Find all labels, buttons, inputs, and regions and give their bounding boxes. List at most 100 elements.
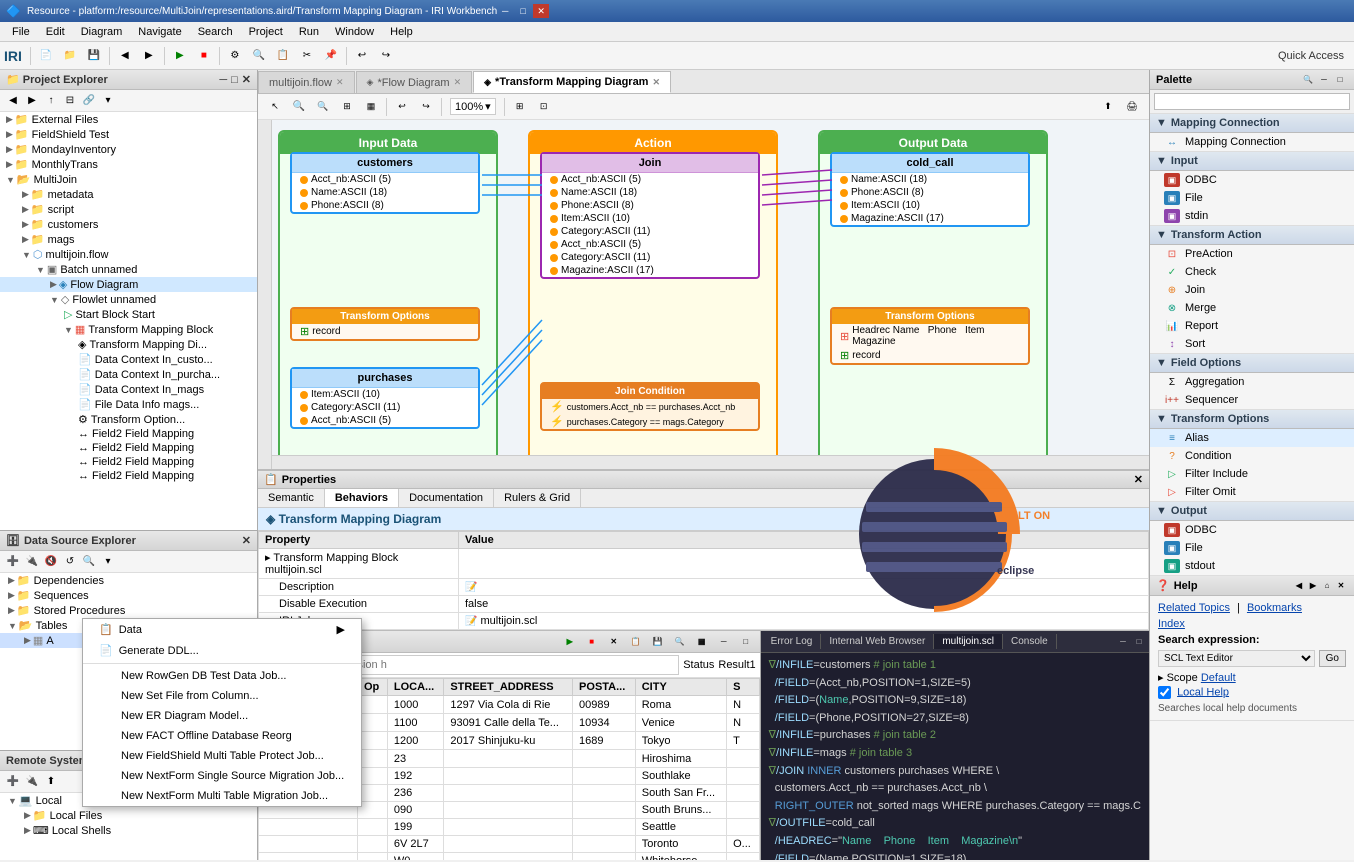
tree-expand-monday[interactable]: ▶ bbox=[6, 144, 13, 155]
customers-box[interactable]: customers Acct_nb:ASCII (5) Name:ASCII (… bbox=[290, 152, 480, 214]
log-minimize[interactable]: ─ bbox=[1115, 634, 1131, 650]
tree-sequences[interactable]: ▶ 📁 Sequences bbox=[0, 588, 257, 603]
tab-transform-mapping[interactable]: ◈ *Transform Mapping Diagram ✕ bbox=[473, 71, 671, 93]
back-button[interactable]: ◀ bbox=[114, 45, 136, 67]
pe-link-btn[interactable]: 🔗 bbox=[80, 92, 98, 110]
sql-row-10[interactable]: W0... Whitehorse... bbox=[259, 853, 760, 861]
props-row-3[interactable]: Disable Execution false bbox=[259, 596, 1149, 613]
help-index-link[interactable]: Index bbox=[1158, 618, 1185, 630]
tab-flow-diagram[interactable]: ◈ *Flow Diagram ✕ bbox=[356, 71, 473, 93]
ds-filter-btn[interactable]: 🔍 bbox=[80, 553, 98, 571]
tree-multijoin-flow[interactable]: ▼ ⬡ multijoin.flow bbox=[0, 247, 257, 262]
menu-window[interactable]: Window bbox=[327, 24, 382, 40]
palette-item-sequencer[interactable]: i++ Sequencer bbox=[1150, 391, 1354, 409]
palette-maximize-btn[interactable]: □ bbox=[1332, 72, 1348, 88]
tree-expand-fieldshield[interactable]: ▶ bbox=[6, 129, 13, 140]
pe-back-btn[interactable]: ◀ bbox=[4, 92, 22, 110]
menu-search[interactable]: Search bbox=[190, 24, 241, 40]
open-button[interactable]: 📁 bbox=[59, 45, 81, 67]
tree-flowlet[interactable]: ▼ ◇ Flowlet unnamed bbox=[0, 292, 257, 307]
menu-diagram[interactable]: Diagram bbox=[73, 24, 131, 40]
toolbar-btn-7[interactable]: 📋 bbox=[272, 45, 294, 67]
tree-expand-external[interactable]: ▶ bbox=[6, 114, 13, 125]
output-transform-options[interactable]: Transform Options ⊞ Headrec Name Phone I… bbox=[830, 307, 1030, 365]
tree-mags[interactable]: ▶ 📁 mags bbox=[0, 232, 257, 247]
join-condition-box[interactable]: Join Condition ⚡customers.Acct_nb == pur… bbox=[540, 382, 760, 431]
palette-item-filter-include[interactable]: ▷ Filter Include bbox=[1150, 465, 1354, 483]
help-close[interactable]: ✕ bbox=[1334, 579, 1348, 593]
input-transform-options[interactable]: Transform Options ⊞ record bbox=[290, 307, 480, 341]
diag-zoom-out[interactable]: 🔍 bbox=[312, 96, 334, 118]
palette-item-aggregation[interactable]: Σ Aggregation bbox=[1150, 373, 1354, 391]
diagram-canvas[interactable]: Input Data customers Acct_nb:ASCII (5) N… bbox=[258, 120, 1149, 470]
toolbar-btn-9[interactable]: 📌 bbox=[320, 45, 342, 67]
palette-output-header[interactable]: ▼ Output bbox=[1150, 502, 1354, 521]
tree-expand-batch[interactable]: ▼ bbox=[36, 265, 45, 275]
log-maximize[interactable]: □ bbox=[1131, 634, 1147, 650]
palette-item-join[interactable]: ⊕ Join bbox=[1150, 281, 1354, 299]
palette-item-alias[interactable]: ≡ Alias bbox=[1150, 429, 1354, 447]
palette-item-condition[interactable]: ? Condition bbox=[1150, 447, 1354, 465]
toolbar-btn-5[interactable]: ⚙ bbox=[224, 45, 246, 67]
tree-expand-mags[interactable]: ▶ bbox=[22, 234, 29, 245]
menu-help[interactable]: Help bbox=[382, 24, 421, 40]
tree-metadata[interactable]: ▶ 📁 metadata bbox=[0, 187, 257, 202]
tree-field-map-1[interactable]: ↔ Field2 Field Mapping bbox=[0, 427, 257, 441]
diag-arrange[interactable]: ▦ bbox=[360, 96, 382, 118]
palette-item-merge[interactable]: ⊗ Merge bbox=[1150, 299, 1354, 317]
tree-data-context-1[interactable]: 📄 Data Context In_custo... bbox=[0, 352, 257, 367]
diag-select[interactable]: ↖ bbox=[264, 96, 286, 118]
help-back[interactable]: ◀ bbox=[1292, 579, 1306, 593]
forward-button[interactable]: ▶ bbox=[138, 45, 160, 67]
palette-item-odbc-in[interactable]: ▣ ODBC bbox=[1150, 171, 1354, 189]
palette-item-report[interactable]: 📊 Report bbox=[1150, 317, 1354, 335]
tree-stored-procs[interactable]: ▶ 📁 Stored Procedures bbox=[0, 603, 257, 618]
tree-monthly[interactable]: ▶ 📁 MonthlyTrans bbox=[0, 157, 257, 172]
pe-forward-btn[interactable]: ▶ bbox=[23, 92, 41, 110]
palette-field-header[interactable]: ▼ Field Options bbox=[1150, 354, 1354, 373]
sql-filter-btn[interactable]: 🔍 bbox=[672, 634, 688, 650]
ds-disconnect-btn[interactable]: 🔇 bbox=[42, 553, 60, 571]
diagram-scroll-h[interactable] bbox=[272, 455, 1149, 469]
tree-customers[interactable]: ▶ 📁 customers bbox=[0, 217, 257, 232]
tree-dependencies[interactable]: ▶ 📁 Dependencies bbox=[0, 573, 257, 588]
tree-script[interactable]: ▶ 📁 script bbox=[0, 202, 257, 217]
help-search-type[interactable]: SCL Text Editor bbox=[1158, 650, 1315, 667]
help-home[interactable]: ⌂ bbox=[1320, 579, 1334, 593]
tree-field-map-2[interactable]: ↔ Field2 Field Mapping bbox=[0, 441, 257, 455]
log-content[interactable]: ∇/INFILE=customers # join table 1 /FIELD… bbox=[761, 653, 1149, 860]
sql-stop-btn[interactable]: ■ bbox=[584, 634, 600, 650]
palette-minimize-btn[interactable]: ─ bbox=[1316, 72, 1332, 88]
tree-expand-transform[interactable]: ▼ bbox=[64, 325, 73, 335]
tree-expand-flow-diag[interactable]: ▶ bbox=[50, 279, 57, 290]
palette-item-filter-omit[interactable]: ▷ Filter Omit bbox=[1150, 483, 1354, 501]
diag-redo[interactable]: ↪ bbox=[415, 96, 437, 118]
diag-print[interactable]: 🖨 bbox=[1121, 96, 1143, 118]
palette-item-stdin[interactable]: ▣ stdin bbox=[1150, 207, 1354, 225]
tree-expand-flowlet[interactable]: ▼ bbox=[50, 295, 59, 305]
help-related[interactable]: Related Topics | Bookmarks bbox=[1158, 602, 1346, 614]
sql-row-8[interactable]: 199 Seattle bbox=[259, 819, 760, 836]
diag-zoom-in[interactable]: 🔍 bbox=[288, 96, 310, 118]
tree-expand-monthly[interactable]: ▶ bbox=[6, 159, 13, 170]
sql-run-btn[interactable]: ▶ bbox=[562, 634, 578, 650]
tree-multijoin[interactable]: ▼ 📂 MultiJoin bbox=[0, 172, 257, 187]
palette-item-odbc-out[interactable]: ▣ ODBC bbox=[1150, 521, 1354, 539]
tree-local-shells[interactable]: ▶ ⌨ Local Shells bbox=[0, 823, 257, 838]
diag-snap[interactable]: ⊡ bbox=[533, 96, 555, 118]
project-tree[interactable]: ▶ 📁 External Files ▶ 📁 FieldShield Test … bbox=[0, 112, 257, 530]
ctx-fact-offline[interactable]: New FACT Offline Database Reorg bbox=[83, 726, 361, 746]
tree-data-context-2[interactable]: 📄 Data Context In_purcha... bbox=[0, 367, 257, 382]
stop-button[interactable]: ■ bbox=[193, 45, 215, 67]
help-bookmarks-link[interactable]: Bookmarks bbox=[1247, 602, 1302, 614]
palette-item-sort[interactable]: ↕ Sort bbox=[1150, 335, 1354, 353]
tree-monday[interactable]: ▶ 📁 MondayInventory bbox=[0, 142, 257, 157]
tree-field-map-4[interactable]: ↔ Field2 Field Mapping bbox=[0, 469, 257, 483]
props-tab-behaviors[interactable]: Behaviors bbox=[325, 489, 399, 507]
minimize-button[interactable]: ─ bbox=[497, 4, 513, 18]
tab-multijoin-close[interactable]: ✕ bbox=[336, 77, 344, 88]
toolbar-btn-10[interactable]: ↩ bbox=[351, 45, 373, 67]
maximize-button[interactable]: □ bbox=[515, 4, 531, 18]
ctx-nextform-single[interactable]: New NextForm Single Source Migration Job… bbox=[83, 766, 361, 786]
palette-item-mapping-connection[interactable]: ↔ Mapping Connection bbox=[1150, 133, 1354, 151]
